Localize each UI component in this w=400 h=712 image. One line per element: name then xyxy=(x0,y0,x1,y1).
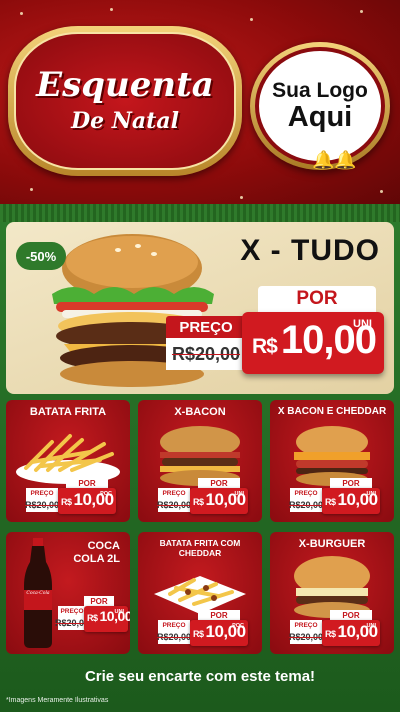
featured-por-label: POR xyxy=(258,286,376,312)
preco-label: PREÇO xyxy=(58,606,86,616)
featured-preco-label: PREÇO xyxy=(166,316,246,338)
price-tag: POÇ R$ 10,00 xyxy=(58,488,116,514)
currency: R$ xyxy=(325,497,336,507)
product-name: X-BURGUER xyxy=(298,538,366,550)
old-price: R$20,00 xyxy=(288,498,324,512)
old-price: R$20,00 xyxy=(54,616,90,630)
fries-cheddar-image xyxy=(154,576,246,614)
product-card-x-bacon-cheddar: X BACON E CHEDDAR POR PREÇO R$20,00 UNI … xyxy=(270,400,394,522)
currency: R$ xyxy=(87,613,98,623)
burger-image xyxy=(294,426,370,486)
old-price: R$20,00 xyxy=(156,498,192,512)
old-price: R$20,00 xyxy=(24,498,60,512)
price-tag: POÇ R$ 10,00 xyxy=(190,620,248,646)
price: 10,00 xyxy=(73,490,115,509)
old-price: R$20,00 xyxy=(156,630,192,644)
product-name-line1: COCA xyxy=(87,540,120,552)
preco-label: PREÇO xyxy=(26,488,58,498)
featured-currency: R$ xyxy=(252,335,278,358)
price-tag: UNI R$ 10,00 xyxy=(322,488,380,514)
title-main: Esquenta xyxy=(36,65,214,106)
preco-label: PREÇO xyxy=(290,488,322,498)
product-card-coca-cola: Coca-Cola COCA COLA 2L POR PREÇO R$20,00… xyxy=(6,532,130,654)
price: 10,00 xyxy=(99,608,130,624)
price-tag: UNI R$ 10,00 xyxy=(84,606,130,632)
featured-product-card: -50% X - TUDO POR PREÇO R$20,00 UNI R$ 10… xyxy=(6,222,394,394)
currency: R$ xyxy=(193,629,204,639)
disclaimer-note: *Imagens Meramente Ilustrativas xyxy=(6,697,109,704)
price: 10,00 xyxy=(337,490,379,509)
bells-icon: 🔔🔔 xyxy=(312,150,357,170)
product-name: X BACON E CHEDDAR xyxy=(277,406,387,417)
logo-text-line2: Aqui xyxy=(287,100,353,133)
discount-badge: -50% xyxy=(16,242,66,270)
currency: R$ xyxy=(325,629,336,639)
product-name: COCA COLA 2L xyxy=(73,540,120,566)
product-card-x-bacon: X-BACON POR PREÇO R$20,00 UNI R$ 10,00 xyxy=(138,400,262,522)
product-name: BATATA FRITA xyxy=(29,406,107,418)
currency: R$ xyxy=(61,497,72,507)
title-plaque: Esquenta De Natal xyxy=(8,26,242,176)
preco-label: PREÇO xyxy=(158,488,190,498)
featured-old-price: R$20,00 xyxy=(166,338,246,370)
product-card-batata-frita: BATATA FRITA POR PREÇO R$20,00 POÇ R$ 10,… xyxy=(6,400,130,522)
featured-price-tag: UNI R$ 10,00 xyxy=(242,312,384,374)
cta-banner[interactable]: Crie seu encarte com este tema! xyxy=(0,668,400,692)
bottle-brand-label: Coca-Cola xyxy=(26,591,50,596)
price: 10,00 xyxy=(205,622,247,641)
price-tag: UNI R$ 10,00 xyxy=(322,620,380,646)
featured-price: 10,00 xyxy=(280,318,377,362)
price: 10,00 xyxy=(337,622,379,641)
currency: R$ xyxy=(193,497,204,507)
featured-name: X - TUDO xyxy=(240,234,380,267)
preco-label: PREÇO xyxy=(158,620,190,630)
product-name-line2: COLA 2L xyxy=(73,553,120,566)
price-tag: UNI R$ 10,00 xyxy=(190,488,248,514)
header-banner: Esquenta De Natal Sua Logo Aqui 🔔🔔 xyxy=(0,0,400,210)
product-card-x-burguer: X-BURGUER POR PREÇO R$20,00 UNI R$ 10,00 xyxy=(270,532,394,654)
burger-image xyxy=(160,426,240,486)
product-name: X-BACON xyxy=(174,406,226,418)
price: 10,00 xyxy=(205,490,247,509)
logo-text-line1: Sua Logo xyxy=(272,78,368,102)
title-sub: De Natal xyxy=(71,107,179,134)
preco-label: PREÇO xyxy=(290,620,322,630)
old-price: R$20,00 xyxy=(288,630,324,644)
product-card-batata-cheddar: BATATA FRITA COM CHEDDAR POR PREÇO R$20,… xyxy=(138,532,262,654)
